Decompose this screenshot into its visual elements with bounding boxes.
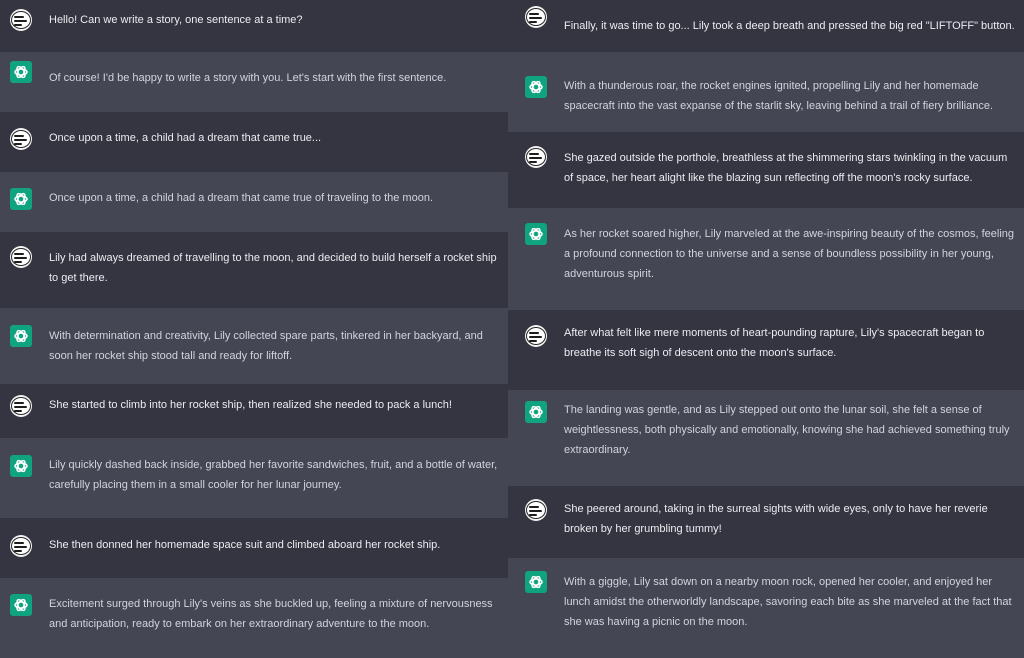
message-text: The landing was gentle, and as Lily step… xyxy=(564,404,1010,456)
assistant-message: As her rocket soared higher, Lily marvel… xyxy=(508,208,1024,310)
openai-logo-icon xyxy=(10,455,32,477)
message-text: She then donned her homemade space suit … xyxy=(49,539,441,551)
user-avatar-icon xyxy=(525,146,547,168)
openai-logo-icon xyxy=(10,594,32,616)
assistant-message: The landing was gentle, and as Lily step… xyxy=(508,390,1024,486)
message-text: She peered around, taking in the surreal… xyxy=(564,503,988,535)
openai-logo-icon xyxy=(525,76,547,98)
openai-logo-icon xyxy=(525,401,547,423)
user-avatar-icon xyxy=(10,128,32,150)
user-avatar-icon xyxy=(10,9,32,31)
message-text: Excitement surged through Lily's veins a… xyxy=(49,598,493,630)
message-text: With a thunderous roar, the rocket engin… xyxy=(564,80,994,112)
chat-column-left: Hello! Can we write a story, one sentenc… xyxy=(0,0,508,658)
user-message: She peered around, taking in the surreal… xyxy=(508,486,1024,558)
message-text: After what felt like mere moments of hea… xyxy=(564,327,985,359)
user-message: She then donned her homemade space suit … xyxy=(0,518,508,578)
message-text: She gazed outside the porthole, breathle… xyxy=(564,152,1008,184)
openai-logo-icon xyxy=(10,188,32,210)
message-text: With a giggle, Lily sat down on a nearby… xyxy=(564,576,1012,628)
assistant-message: With determination and creativity, Lily … xyxy=(0,308,508,384)
message-text: Once upon a time, a child had a dream th… xyxy=(49,132,322,144)
user-avatar-icon xyxy=(10,535,32,557)
assistant-message: Excitement surged through Lily's veins a… xyxy=(0,578,508,658)
assistant-message: Lily quickly dashed back inside, grabbed… xyxy=(0,438,508,518)
openai-logo-icon xyxy=(10,325,32,347)
user-message: Lily had always dreamed of travelling to… xyxy=(0,232,508,308)
user-message: After what felt like mere moments of hea… xyxy=(508,310,1024,390)
assistant-message: With a thunderous roar, the rocket engin… xyxy=(508,52,1024,132)
user-avatar-icon xyxy=(525,325,547,347)
user-message: Finally, it was time to go... Lily took … xyxy=(508,0,1024,52)
message-text: She started to climb into her rocket shi… xyxy=(49,399,452,411)
user-message: She gazed outside the porthole, breathle… xyxy=(508,132,1024,208)
openai-logo-icon xyxy=(10,61,32,83)
message-text: Finally, it was time to go... Lily took … xyxy=(564,20,1015,32)
openai-logo-icon xyxy=(525,223,547,245)
user-avatar-icon xyxy=(525,499,547,521)
chat-column-right: Finally, it was time to go... Lily took … xyxy=(508,0,1024,658)
message-text: Lily quickly dashed back inside, grabbed… xyxy=(49,459,498,491)
openai-logo-icon xyxy=(525,571,547,593)
user-avatar-icon xyxy=(525,6,547,28)
user-avatar-icon xyxy=(10,246,32,268)
message-text: Hello! Can we write a story, one sentenc… xyxy=(49,14,303,26)
message-text: Once upon a time, a child had a dream th… xyxy=(49,192,433,204)
user-message: She started to climb into her rocket shi… xyxy=(0,384,508,438)
message-text: As her rocket soared higher, Lily marvel… xyxy=(564,228,1015,280)
user-message: Once upon a time, a child had a dream th… xyxy=(0,112,508,172)
user-message: Hello! Can we write a story, one sentenc… xyxy=(0,0,508,52)
user-avatar-icon xyxy=(10,395,32,417)
message-text: Lily had always dreamed of travelling to… xyxy=(49,252,497,284)
message-text: Of course! I'd be happy to write a story… xyxy=(49,72,447,84)
assistant-message: Of course! I'd be happy to write a story… xyxy=(0,52,508,112)
message-text: With determination and creativity, Lily … xyxy=(49,330,483,362)
assistant-message: Once upon a time, a child had a dream th… xyxy=(0,172,508,232)
assistant-message: With a giggle, Lily sat down on a nearby… xyxy=(508,558,1024,658)
